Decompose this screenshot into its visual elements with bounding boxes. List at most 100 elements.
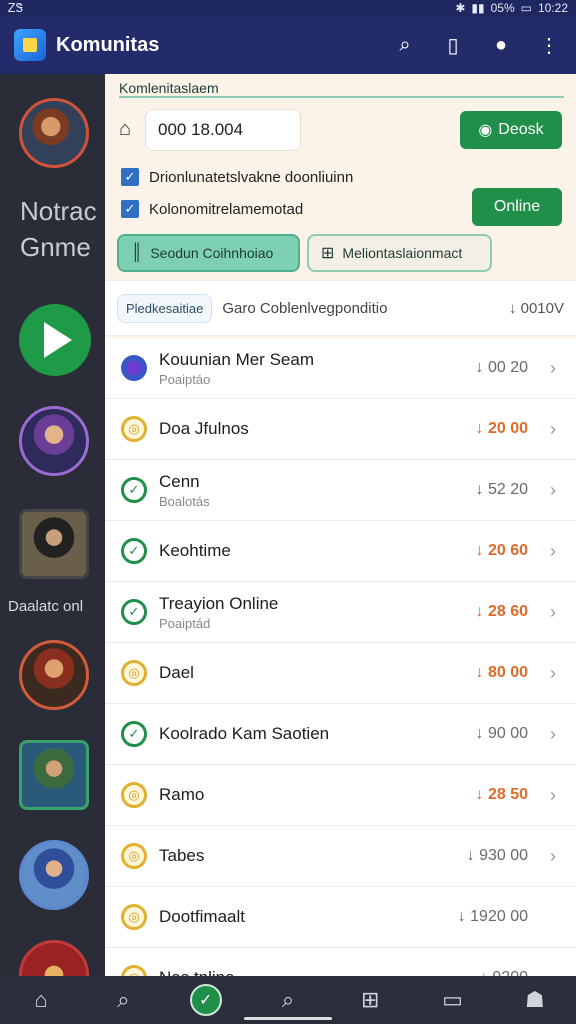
list-item[interactable]: ✓ Keohtime ↓ 20 60 › <box>105 521 576 582</box>
status-right: ✱ ▮▮ 05% ▭ 10:22 <box>455 1 568 15</box>
profile-nav-icon[interactable]: ☗ <box>519 984 551 1016</box>
shield-badge-icon: ✓ <box>121 599 147 625</box>
search-icon[interactable]: ⌕ <box>392 32 418 58</box>
price-arrow-icon: ↓ <box>466 847 480 864</box>
list-item[interactable]: ◎ Dael ↓ 80 00 › <box>105 643 576 704</box>
list-item-name: Kouunian Mer Seam <box>159 349 314 369</box>
checkbox-icon[interactable]: ✓ <box>121 200 139 218</box>
chevron-right-icon: › <box>550 540 556 561</box>
game-avatar-6[interactable] <box>19 840 89 910</box>
status-left: ᏃᏕ <box>8 0 24 15</box>
list-item[interactable]: ◎ Tabes ↓ 930 00 › <box>105 826 576 887</box>
coin-badge-icon: ◎ <box>121 660 147 686</box>
list-item-name: Cenn <box>159 471 200 491</box>
list-item-name: Treayion Online <box>159 593 279 613</box>
price-sort-icon: ↓ <box>508 299 521 317</box>
tab-active-label: Seodun Coihnhoiao <box>150 245 274 261</box>
list-item-price-value: 20 00 <box>487 420 528 437</box>
devices-icon: ◉ <box>478 122 493 139</box>
coin-badge-icon: ◎ <box>121 904 147 930</box>
bluetooth-icon: ✱ <box>455 1 466 15</box>
grid-nav-icon[interactable]: ⊞ <box>354 984 386 1016</box>
info-icon[interactable]: ▯ <box>440 32 466 58</box>
list-item[interactable]: ◎ Dootfimaalt ↓ 1920 00 <box>105 887 576 948</box>
list-item-price-value: 930 00 <box>479 847 528 864</box>
list-item-price-value: 20 60 <box>487 542 528 559</box>
controller-icon: ⊞ <box>321 245 335 262</box>
coin-badge-icon: ◎ <box>121 843 147 869</box>
chat-icon[interactable]: ● <box>488 32 514 58</box>
checkbox-row-2[interactable]: ✓ Kolonomitrelamemotad <box>121 200 303 218</box>
main-content: Komlenitaslaem ⌂ 000 18.004 ◉ Deosk ✓ Dr… <box>105 74 576 976</box>
list-item-price-value: 80 00 <box>487 664 528 681</box>
list-item[interactable]: ✓ Koolrado Kam Saotien ↓ 90 00 › <box>105 704 576 765</box>
chevron-right-icon: › <box>550 784 556 805</box>
game-avatar-4[interactable] <box>19 640 89 710</box>
price-arrow-icon: ↓ <box>475 664 488 681</box>
sidebar-label: Daalatc onl <box>8 598 84 615</box>
shield-badge-icon: ✓ <box>121 538 147 564</box>
app-bar: Komunitas ⌕ ▯ ● ⋮ <box>0 16 576 74</box>
list-item-price: ↓ 28 50 <box>476 786 529 804</box>
list-item-price: ↓ 9200 <box>480 969 528 976</box>
list-item-text: Dootfimaalt <box>159 907 458 927</box>
game-avatar-5[interactable] <box>19 740 89 810</box>
list-item-price: ↓ 20 60 <box>476 542 529 560</box>
price-arrow-icon: ↓ <box>475 542 488 559</box>
list-item-name: Doa Jfulnos <box>159 419 249 438</box>
sidebar-heading-1: Notrac <box>20 196 97 226</box>
status-bar: ᏃᏕ ✱ ▮▮ 05% ▭ 10:22 <box>0 0 576 16</box>
game-avatar-3[interactable] <box>19 509 89 579</box>
list-item-price-value: 9200 <box>492 969 528 976</box>
list-item-price-value: 00 20 <box>487 359 528 376</box>
list-item[interactable]: ◎ Ramo ↓ 28 50 › <box>105 765 576 826</box>
tab-inactive[interactable]: ⊞ Meliontaslaionmact <box>307 234 492 272</box>
list-item-text: Dael <box>159 663 476 683</box>
window-nav-icon[interactable]: ▭ <box>437 984 469 1016</box>
list-item[interactable]: Kouunian Mer Seam Poaiptáo ↓ 00 20 › <box>105 338 576 399</box>
list-item[interactable]: ◎ Nos tnline↓ 9200 <box>105 948 576 976</box>
home-icon[interactable]: ⌂ <box>119 118 143 142</box>
filter-price-value: 0010V <box>520 299 564 317</box>
game-avatar-1[interactable] <box>19 98 89 168</box>
game-avatar-2[interactable] <box>19 406 89 476</box>
list-item-text: Keohtime <box>159 541 476 561</box>
list-item-text: Cenn Boalotás <box>159 472 476 509</box>
list-item-text: Ramo <box>159 785 476 805</box>
checkbox-row-1[interactable]: ✓ Drionlunatetslvakne doonliuinn <box>121 168 353 186</box>
tab-active[interactable]: ║ Seodun Coihnhoiao <box>117 234 300 272</box>
coin-badge-icon: ◎ <box>121 965 147 976</box>
list-item-name: Tabes <box>159 846 205 865</box>
chevron-right-icon: › <box>550 662 556 683</box>
app-title: Komunitas <box>56 33 160 56</box>
home-nav-icon[interactable]: ⌂ <box>25 984 57 1016</box>
devices-button[interactable]: ◉ Deosk <box>460 111 562 149</box>
list-item-price-value: 90 00 <box>487 725 528 742</box>
search-input[interactable]: 000 18.004 <box>145 109 301 151</box>
list-item[interactable]: ✓ Cenn Boalotás ↓ 52 20 › <box>105 460 576 521</box>
more-icon[interactable]: ⋮ <box>536 32 562 58</box>
list-item-price: ↓ 52 20 <box>476 481 529 499</box>
filter-price: ↓ 0010V <box>509 300 564 317</box>
play-icon[interactable] <box>19 304 91 376</box>
list-item-text: Nos tnline <box>159 968 480 976</box>
price-arrow-icon: ↓ <box>475 420 488 437</box>
search-alt-nav-icon[interactable]: ⌕ <box>272 984 304 1016</box>
online-button[interactable]: Online <box>472 188 562 226</box>
shield-badge-icon: ✓ <box>121 721 147 747</box>
search-nav-icon[interactable]: ⌕ <box>107 984 139 1016</box>
list-item-name: Ramo <box>159 785 205 804</box>
list-item[interactable]: ◎ Doa Jfulnos ↓ 20 00 › <box>105 399 576 460</box>
list-item-subtitle: Poaiptád <box>159 615 211 631</box>
list-item[interactable]: ✓ Treayion Online Poaiptád ↓ 28 60 › <box>105 582 576 643</box>
list-item-price: ↓ 1920 00 <box>458 908 528 926</box>
signal-icon: ▮▮ <box>471 1 485 15</box>
shield-nav-icon[interactable]: ✓ <box>189 984 222 1016</box>
game-avatar-7[interactable] <box>19 940 89 976</box>
price-arrow-icon: ↓ <box>475 786 488 803</box>
filter-chip[interactable]: Pledkesaitiae <box>117 293 213 323</box>
checkbox-icon[interactable]: ✓ <box>121 168 139 186</box>
list-item-text: Doa Jfulnos <box>159 419 476 439</box>
sidebar-heading-2: Gnme <box>20 232 91 262</box>
price-arrow-icon: ↓ <box>475 359 488 376</box>
